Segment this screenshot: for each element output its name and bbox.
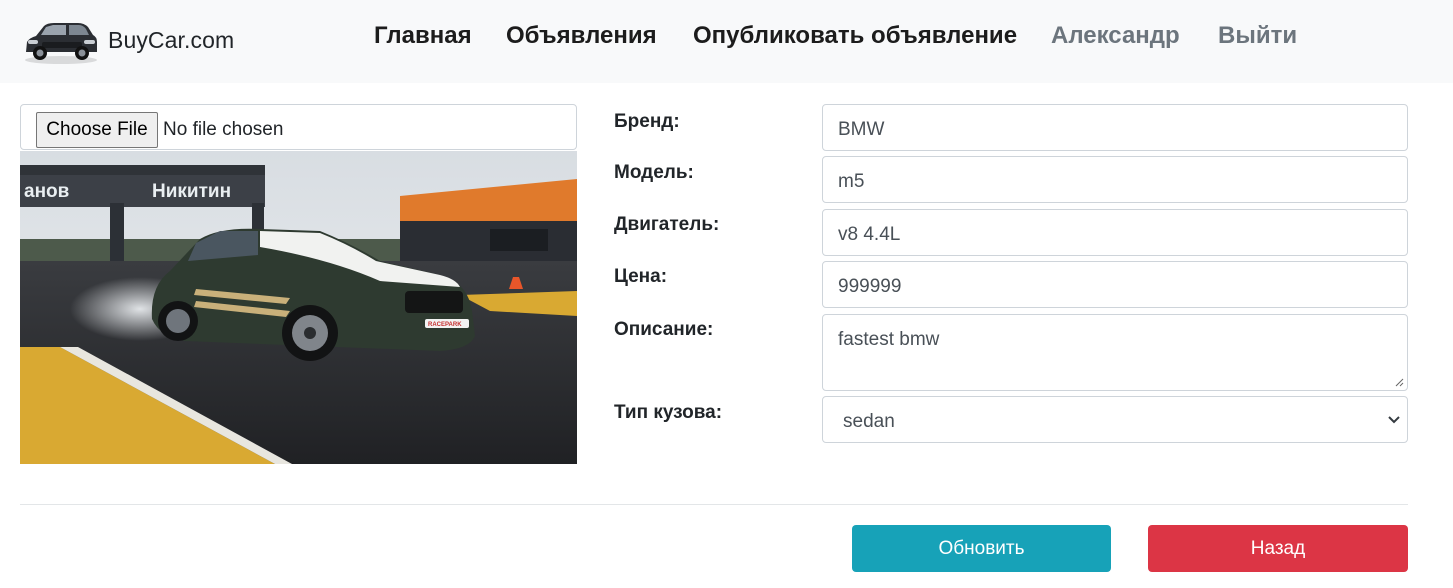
update-button[interactable]: Обновить (852, 525, 1111, 572)
banner-text: Никитин (152, 181, 231, 202)
back-button[interactable]: Назад (1148, 525, 1408, 572)
description-textarea[interactable]: fastest bmw (822, 314, 1408, 391)
body-type-label: Тип кузова: (614, 402, 723, 423)
body-type-value: sedan (843, 411, 895, 432)
nav-home-link[interactable]: Главная (374, 22, 472, 50)
car-logo-icon (25, 23, 97, 64)
divider (20, 504, 1408, 505)
car-photo: анов Никитин RACEPARK (20, 151, 577, 464)
brand-link[interactable]: BuyCar.com (22, 14, 234, 66)
description-text: fastest bmw (838, 329, 940, 350)
model-field[interactable]: m5 (822, 156, 1408, 203)
price-label: Цена: (614, 266, 668, 287)
plate-text: RACEPARK (428, 322, 462, 328)
nav-user-link[interactable]: Александр (1051, 22, 1180, 50)
engine-label: Двигатель: (614, 214, 720, 235)
nav-publish-link[interactable]: Опубликовать объявление (693, 22, 1017, 50)
file-status-text: No file chosen (163, 119, 284, 140)
brand-name: BuyCar.com (108, 26, 235, 53)
brand-field[interactable]: BMW (822, 104, 1408, 151)
description-label: Описание: (614, 319, 714, 340)
choose-file-button[interactable]: Choose File (36, 112, 158, 148)
banner-text: анов (24, 181, 69, 202)
model-label: Модель: (614, 162, 694, 183)
chevron-down-icon (1388, 416, 1400, 424)
nav-logout-link[interactable]: Выйти (1218, 22, 1297, 50)
engine-field[interactable]: v8 4.4L (822, 209, 1408, 256)
navbar: BuyCar.com Главная Объявления Опубликова… (0, 0, 1453, 83)
price-field[interactable]: 999999 (822, 261, 1408, 308)
body-type-select[interactable]: sedan (822, 396, 1408, 443)
nav-listings-link[interactable]: Объявления (506, 22, 657, 50)
photo-file-input[interactable]: Choose File No file chosen (20, 104, 577, 150)
brand-label: Бренд: (614, 111, 680, 132)
resize-grip-icon[interactable] (1395, 378, 1404, 387)
